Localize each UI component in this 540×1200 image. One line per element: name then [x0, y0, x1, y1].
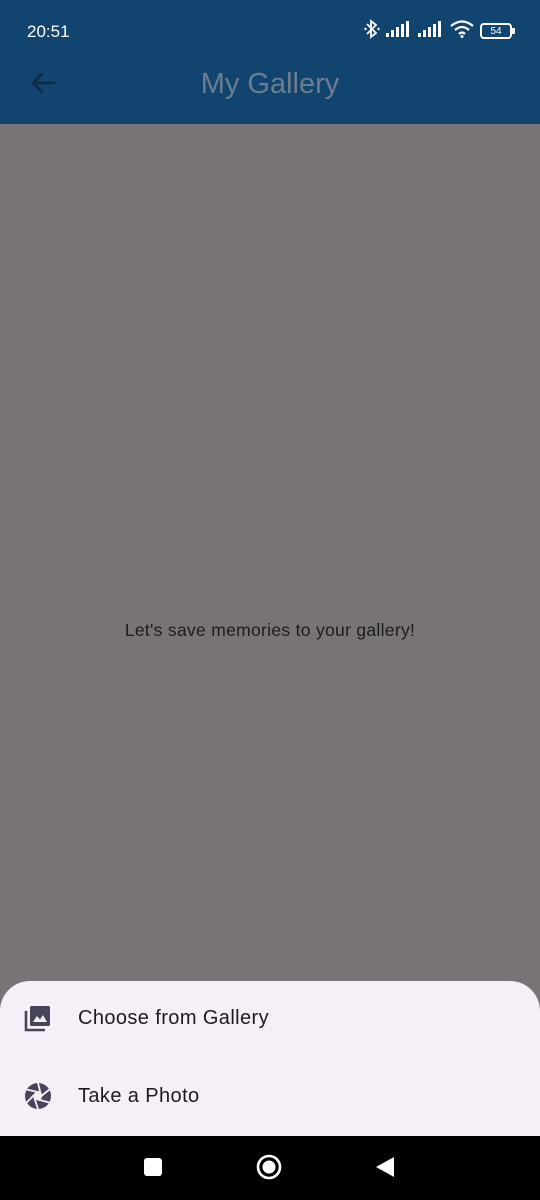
gallery-content[interactable]: Let's save memories to your gallery!	[0, 124, 540, 981]
home-circle-icon	[256, 1154, 282, 1185]
status-icons: 54	[364, 18, 515, 44]
choose-from-gallery-option[interactable]: Choose from Gallery	[0, 981, 540, 1055]
battery-icon: 54	[480, 23, 515, 39]
signal-icon	[418, 20, 444, 42]
arrow-back-icon	[30, 70, 56, 101]
back-button[interactable]	[20, 62, 66, 108]
app-bar: My Gallery	[0, 62, 540, 124]
page-title: My Gallery	[0, 62, 540, 124]
take-a-photo-option[interactable]: Take a Photo	[0, 1059, 540, 1133]
recents-square-icon	[143, 1157, 163, 1182]
recents-button[interactable]	[140, 1156, 166, 1182]
camera-shutter-icon	[24, 1082, 52, 1110]
photo-library-icon	[24, 1004, 52, 1032]
take-a-photo-label: Take a Photo	[78, 1084, 200, 1107]
empty-gallery-message: Let's save memories to your gallery!	[124, 620, 416, 640]
wifi-icon	[450, 19, 474, 43]
back-triangle-icon	[374, 1155, 396, 1184]
status-bar: 20:51 54	[0, 0, 540, 62]
home-button[interactable]	[256, 1154, 282, 1185]
bottom-sheet: Choose from Gallery Take a Photo	[0, 981, 540, 1136]
system-back-button[interactable]	[372, 1156, 398, 1182]
page-title-text: My Gallery	[200, 68, 340, 100]
bluetooth-icon	[364, 18, 380, 44]
battery-level: 54	[490, 25, 502, 37]
signal-icon	[386, 20, 412, 42]
choose-from-gallery-label: Choose from Gallery	[78, 1006, 269, 1029]
system-nav-bar	[0, 1136, 540, 1200]
status-time: 20:51	[27, 22, 70, 41]
